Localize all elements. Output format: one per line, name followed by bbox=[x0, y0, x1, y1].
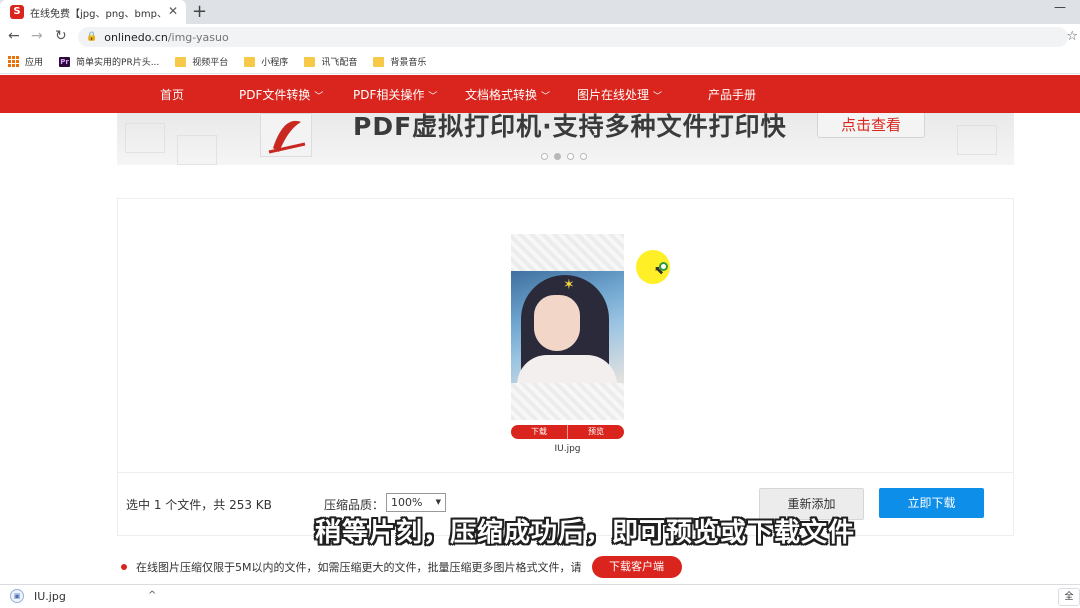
bookmark-label: 应用 bbox=[25, 58, 44, 68]
nav-home[interactable]: 首页 bbox=[160, 86, 184, 103]
bookmark-pr-intro[interactable]: Pr 简单实用的PR片头... bbox=[59, 55, 159, 68]
nav-pdf-ops[interactable]: PDF相关操作 ﹀ bbox=[353, 86, 437, 103]
new-tab-icon[interactable]: + bbox=[192, 1, 207, 22]
bookmark-label: 简单实用的PR片头... bbox=[76, 58, 160, 68]
site-favicon-icon: S bbox=[10, 5, 24, 19]
banner-title: PDF虚拟打印机·支持多种文件打印快 bbox=[353, 113, 787, 141]
back-icon[interactable]: ← bbox=[8, 28, 20, 44]
chevron-down-icon: ﹀ bbox=[314, 92, 324, 102]
url-path: /img-yasuo bbox=[167, 30, 229, 44]
downloaded-file-name: IU.jpg bbox=[34, 589, 66, 603]
chevron-down-icon: ﹀ bbox=[428, 92, 438, 102]
url-input[interactable]: 🔒 onlinedo.cn /img-yasuo bbox=[78, 27, 1068, 47]
close-tab-icon[interactable]: ✕ bbox=[168, 4, 178, 18]
folder-icon bbox=[304, 56, 316, 67]
nav-product-manual[interactable]: 产品手册 bbox=[708, 86, 756, 103]
folder-icon bbox=[244, 56, 256, 67]
dropdown-arrow-icon: ▼ bbox=[435, 498, 441, 506]
folder-icon bbox=[175, 56, 187, 67]
minimize-window-icon[interactable]: — bbox=[1054, 0, 1066, 14]
bookmark-label: 讯飞配音 bbox=[321, 58, 358, 68]
folder-icon bbox=[373, 56, 385, 67]
banner-view-button[interactable]: 点击查看 bbox=[817, 113, 925, 138]
nav-pdf-convert[interactable]: PDF文件转换 ﹀ bbox=[239, 86, 323, 103]
site-nav: 首页 PDF文件转换 ﹀ PDF相关操作 ﹀ 文档格式转换 ﹀ 图片在线处理 ﹀ 产品手… bbox=[0, 75, 1080, 113]
nav-doc-convert[interactable]: 文档格式转换 ﹀ bbox=[465, 86, 550, 103]
pdf-printer-logo bbox=[260, 113, 312, 157]
carousel-dot[interactable] bbox=[580, 153, 587, 160]
bookmarks-bar: 应用 Pr 简单实用的PR片头... 视频平台 小程序 讯飞配音 背景音乐 bbox=[0, 50, 1080, 74]
bullet-icon bbox=[121, 564, 127, 570]
carousel-dot[interactable] bbox=[541, 153, 548, 160]
hexagon-decoration bbox=[957, 125, 997, 155]
reload-icon[interactable]: ↻ bbox=[55, 28, 67, 44]
forward-icon[interactable]: → bbox=[31, 28, 43, 44]
carousel-dot[interactable] bbox=[567, 153, 574, 160]
download-client-button[interactable]: 下载客户端 bbox=[591, 556, 682, 578]
nav-image-tools[interactable]: 图片在线处理 ﹀ bbox=[577, 86, 662, 103]
bookmark-label: 小程序 bbox=[261, 58, 289, 68]
chevron-down-icon: ﹀ bbox=[541, 92, 551, 102]
chevron-up-icon[interactable]: ^ bbox=[148, 590, 156, 601]
quality-select[interactable]: 100% ▼ bbox=[386, 493, 446, 512]
bookmark-xunfei-voice[interactable]: 讯飞配音 bbox=[304, 55, 357, 68]
bookmark-label: 视频平台 bbox=[192, 58, 229, 68]
premiere-icon: Pr bbox=[59, 56, 71, 67]
notice-text: 在线图片压缩仅限于5M以内的文件，如需压缩更大的文件，批量压缩更多图片格式文件，… bbox=[136, 561, 582, 574]
carousel-dots bbox=[541, 153, 587, 160]
tab-strip: S 在线免费【jpg、png、bmp、g ✕ + — bbox=[0, 0, 1080, 24]
downloaded-file-item[interactable]: ▣ IU.jpg bbox=[10, 589, 66, 603]
browser-tab[interactable]: S 在线免费【jpg、png、bmp、g ✕ bbox=[0, 0, 186, 24]
thumbnail-actions: 下载 预览 bbox=[511, 425, 624, 439]
url-host: onlinedo.cn bbox=[104, 30, 168, 44]
hairpin-decoration: ✶ bbox=[563, 277, 575, 293]
bookmark-label: 背景音乐 bbox=[390, 58, 427, 68]
download-shelf: ▣ IU.jpg ^ 全 bbox=[0, 584, 1080, 608]
file-name: IU.jpg bbox=[554, 444, 581, 454]
image-preview[interactable]: ✶ bbox=[511, 271, 624, 383]
divider bbox=[118, 472, 1013, 473]
image-thumbnail-card: ✶ bbox=[511, 234, 624, 420]
video-subtitle: 稍等片刻，压缩成功后，即可预览或下载文件 bbox=[314, 518, 855, 548]
bookmark-video-platform[interactable]: 视频平台 bbox=[175, 55, 228, 68]
size-limit-notice: 在线图片压缩仅限于5M以内的文件，如需压缩更大的文件，批量压缩更多图片格式文件，… bbox=[121, 556, 682, 578]
quality-value: 100% bbox=[391, 496, 423, 509]
address-bar: ← → ↻ 🔒 onlinedo.cn /img-yasuo ☆ bbox=[0, 24, 1080, 50]
chevron-down-icon: ﹀ bbox=[653, 92, 663, 102]
busy-indicator-icon bbox=[659, 262, 668, 271]
bookmark-bg-music[interactable]: 背景音乐 bbox=[373, 55, 426, 68]
lock-icon: 🔒 bbox=[86, 32, 98, 42]
thumbnail-preview-button[interactable]: 预览 bbox=[567, 425, 624, 439]
hexagon-decoration bbox=[177, 135, 217, 165]
show-all-downloads-button[interactable]: 全 bbox=[1058, 588, 1080, 606]
compress-panel: ✶ 下载 预览 IU.jpg 选中 1 个文件，共 253 KB 压缩品质： 1… bbox=[117, 198, 1014, 536]
apps-grid-icon bbox=[8, 56, 19, 67]
bookmark-star-icon[interactable]: ☆ bbox=[1066, 29, 1078, 44]
tab-title: 在线免费【jpg、png、bmp、g bbox=[30, 8, 165, 20]
hexagon-decoration bbox=[125, 123, 165, 153]
quality-label: 压缩品质： bbox=[324, 498, 385, 512]
thumbnail-download-button[interactable]: 下载 bbox=[511, 425, 567, 439]
selection-summary: 选中 1 个文件，共 253 KB bbox=[126, 498, 272, 512]
carousel-dot-active[interactable] bbox=[554, 153, 561, 160]
image-file-icon: ▣ bbox=[10, 589, 24, 603]
promo-banner[interactable]: PDF虚拟打印机·支持多种文件打印快 点击查看 bbox=[117, 113, 1014, 165]
bookmark-mini-program[interactable]: 小程序 bbox=[244, 55, 288, 68]
bookmark-apps[interactable]: 应用 bbox=[8, 55, 43, 68]
